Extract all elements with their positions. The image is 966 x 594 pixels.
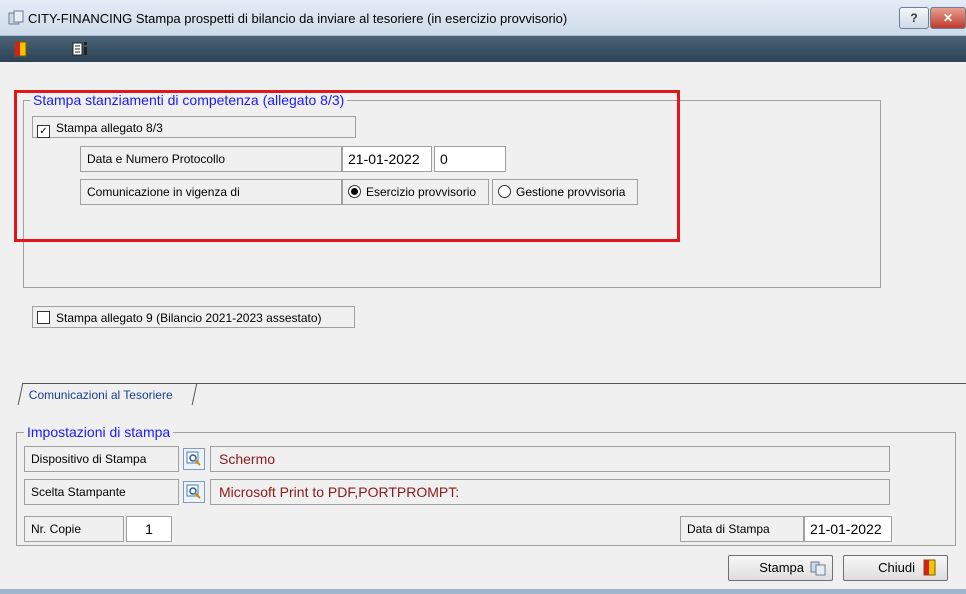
tab-divider (196, 383, 966, 384)
info-icon[interactable] (72, 40, 90, 58)
chiudi-button[interactable]: Chiudi (843, 555, 948, 581)
magnifier-icon (186, 484, 201, 499)
close-window-button[interactable]: ✕ (930, 7, 966, 29)
print-date-label: Data di Stampa (680, 516, 804, 542)
printer-label: Scelta Stampante (24, 479, 179, 505)
checkbox-label: Stampa allegato 9 (Bilancio 2021-2023 as… (56, 311, 322, 325)
device-label: Dispositivo di Stampa (24, 446, 179, 472)
checkbox-unchecked-icon (37, 311, 50, 324)
chiudi-button-label: Chiudi (878, 560, 915, 575)
magnifier-icon (186, 451, 201, 466)
tab-comunicazioni-tesoriere[interactable]: Comunicazioni al Tesoriere (17, 383, 198, 405)
print-date-input[interactable]: 21-01-2022 (804, 516, 892, 542)
title-bar: CITY-FINANCING Stampa prospetti di bilan… (0, 0, 966, 36)
stampa-allegato-9-checkbox[interactable]: Stampa allegato 9 (Bilancio 2021-2023 as… (32, 306, 355, 328)
exit-door-icon[interactable] (12, 40, 30, 58)
print-button-label: Stampa (759, 560, 804, 575)
device-value: Schermo (210, 446, 890, 472)
print-button[interactable]: Stampa (728, 555, 833, 581)
exit-door-icon (923, 559, 936, 576)
device-lookup-button[interactable] (183, 448, 205, 470)
printer-value: Microsoft Print to PDF,PORTPROMPT: (210, 479, 890, 505)
help-button[interactable]: ? (899, 7, 929, 29)
print-settings-legend: Impostazioni di stampa (24, 424, 174, 440)
window-bottom-border (0, 589, 966, 594)
copies-input[interactable]: 1 (126, 516, 172, 542)
toolbar (0, 36, 966, 62)
print-icon (810, 561, 826, 576)
printer-lookup-button[interactable] (183, 481, 205, 503)
window-title: CITY-FINANCING Stampa prospetti di bilan… (28, 11, 568, 26)
app-icon (8, 10, 24, 25)
highlight-box (14, 90, 680, 242)
copies-label: Nr. Copie (24, 516, 124, 542)
